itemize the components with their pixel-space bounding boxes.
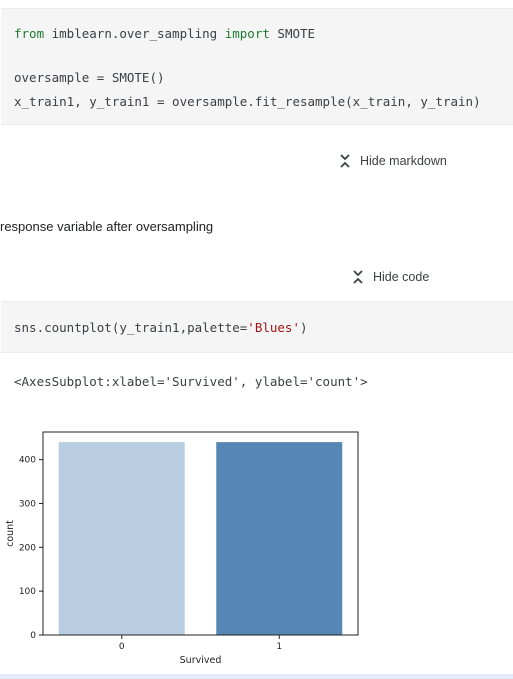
x-tick-label: 0 xyxy=(119,642,125,652)
keyword-import: import xyxy=(224,26,270,41)
bar-0 xyxy=(58,442,185,635)
cell-output-text: <AxesSubplot:xlabel='Survived', ylabel='… xyxy=(14,374,368,389)
code-line-oversample: oversample = SMOTE() xyxy=(14,70,165,85)
bottom-scroll-region xyxy=(0,674,513,679)
code-string-blues: 'Blues' xyxy=(247,320,300,335)
collapse-chevrons-icon xyxy=(340,154,350,168)
code-line-import: from imblearn.over_sampling import SMOTE xyxy=(14,26,315,41)
x-tick-label: 1 xyxy=(276,642,282,652)
y-tick-label: 100 xyxy=(19,587,36,597)
hide-markdown-toggle[interactable]: Hide markdown xyxy=(338,153,447,169)
code-close-paren: ) xyxy=(299,320,308,335)
code-cell-countplot[interactable]: sns.countplot(y_train1,palette='Blues') xyxy=(1,301,513,353)
hide-code-label: Hide code xyxy=(373,270,430,284)
y-tick-label: 0 xyxy=(30,631,36,641)
bar-1 xyxy=(216,442,343,635)
collapse-chevrons-icon xyxy=(353,270,363,284)
code-line-fit-resample: x_train1, y_train1 = oversample.fit_resa… xyxy=(14,94,481,109)
y-axis-label: count xyxy=(5,520,16,547)
import-name: SMOTE xyxy=(269,26,316,41)
hide-markdown-label: Hide markdown xyxy=(360,154,447,168)
y-tick-label: 300 xyxy=(19,499,36,509)
code-line-countplot: sns.countplot(y_train1,palette='Blues') xyxy=(14,320,308,335)
markdown-cell-text: response variable after oversampling xyxy=(0,219,214,234)
x-axis-label: Survived xyxy=(180,655,222,666)
module-name: imblearn.over_sampling xyxy=(44,26,225,41)
y-tick-label: 400 xyxy=(19,456,36,466)
code-cell-smote[interactable]: from imblearn.over_sampling import SMOTE… xyxy=(1,8,513,125)
keyword-from: from xyxy=(14,26,45,41)
countplot-chart: 0 100 200 300 400 0 1 Survived count xyxy=(5,431,359,666)
y-tick-label: 200 xyxy=(19,543,36,553)
hide-code-toggle[interactable]: Hide code xyxy=(351,269,429,285)
code-call: sns.countplot(y_train1,palette= xyxy=(14,320,248,335)
